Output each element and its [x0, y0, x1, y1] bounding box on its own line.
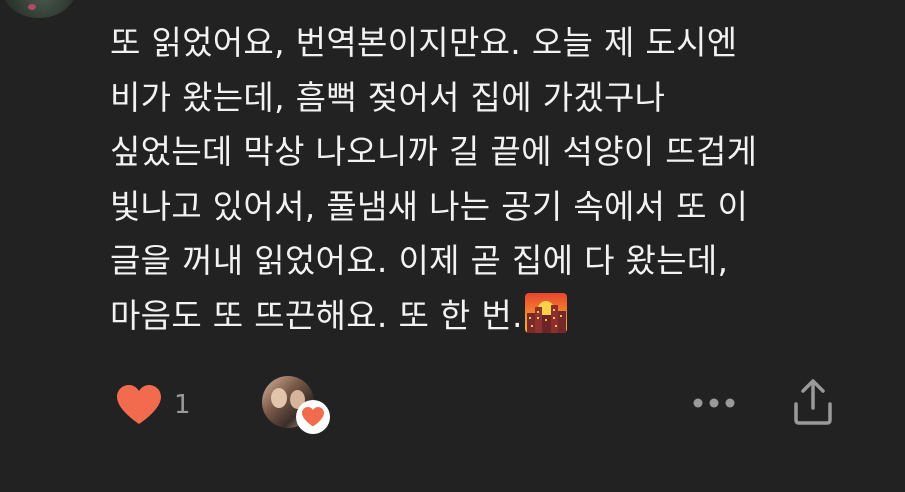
commenter-avatar[interactable]	[2, 0, 76, 18]
more-dots-icon	[693, 398, 735, 408]
comment-actions-bar: 1	[0, 370, 905, 440]
more-options-button[interactable]	[690, 392, 738, 414]
like-count: 1	[174, 390, 191, 420]
sunset-city-emoji	[524, 292, 567, 333]
comment-line-last: 마음도 또 뜨끈해요. 또 한 번.	[110, 289, 870, 344]
reactor-avatar-group[interactable]	[262, 376, 334, 434]
reactor-heart-badge	[296, 400, 330, 434]
comment-line: 또 읽었어요, 번역본이지만요. 오늘 제 도시엔	[110, 23, 738, 62]
comment-line-text: 마음도 또 뜨끈해요. 또 한 번.	[110, 295, 523, 335]
comment-line: 글을 꺼내 읽었어요. 이제 곧 집에 다 왔는데,	[110, 241, 729, 280]
comment-body: 또 읽었어요, 번역본이지만요. 오늘 제 도시엔 비가 왔는데, 흠뻑 젖어서…	[110, 16, 870, 343]
comment-line: 싶었는데 막상 나오니까 길 끝에 석양이 뜨겁게	[110, 132, 758, 171]
like-button[interactable]	[115, 384, 163, 426]
heart-icon	[302, 407, 324, 427]
share-button[interactable]	[790, 378, 836, 426]
comment-line: 빛나고 있어서, 풀냄새 나는 공기 속에서 또 이	[110, 186, 749, 226]
share-icon	[794, 379, 832, 425]
comment-line: 비가 왔는데, 흠뻑 젖어서 집에 가겠구나	[110, 77, 666, 117]
heart-icon	[117, 385, 161, 424]
